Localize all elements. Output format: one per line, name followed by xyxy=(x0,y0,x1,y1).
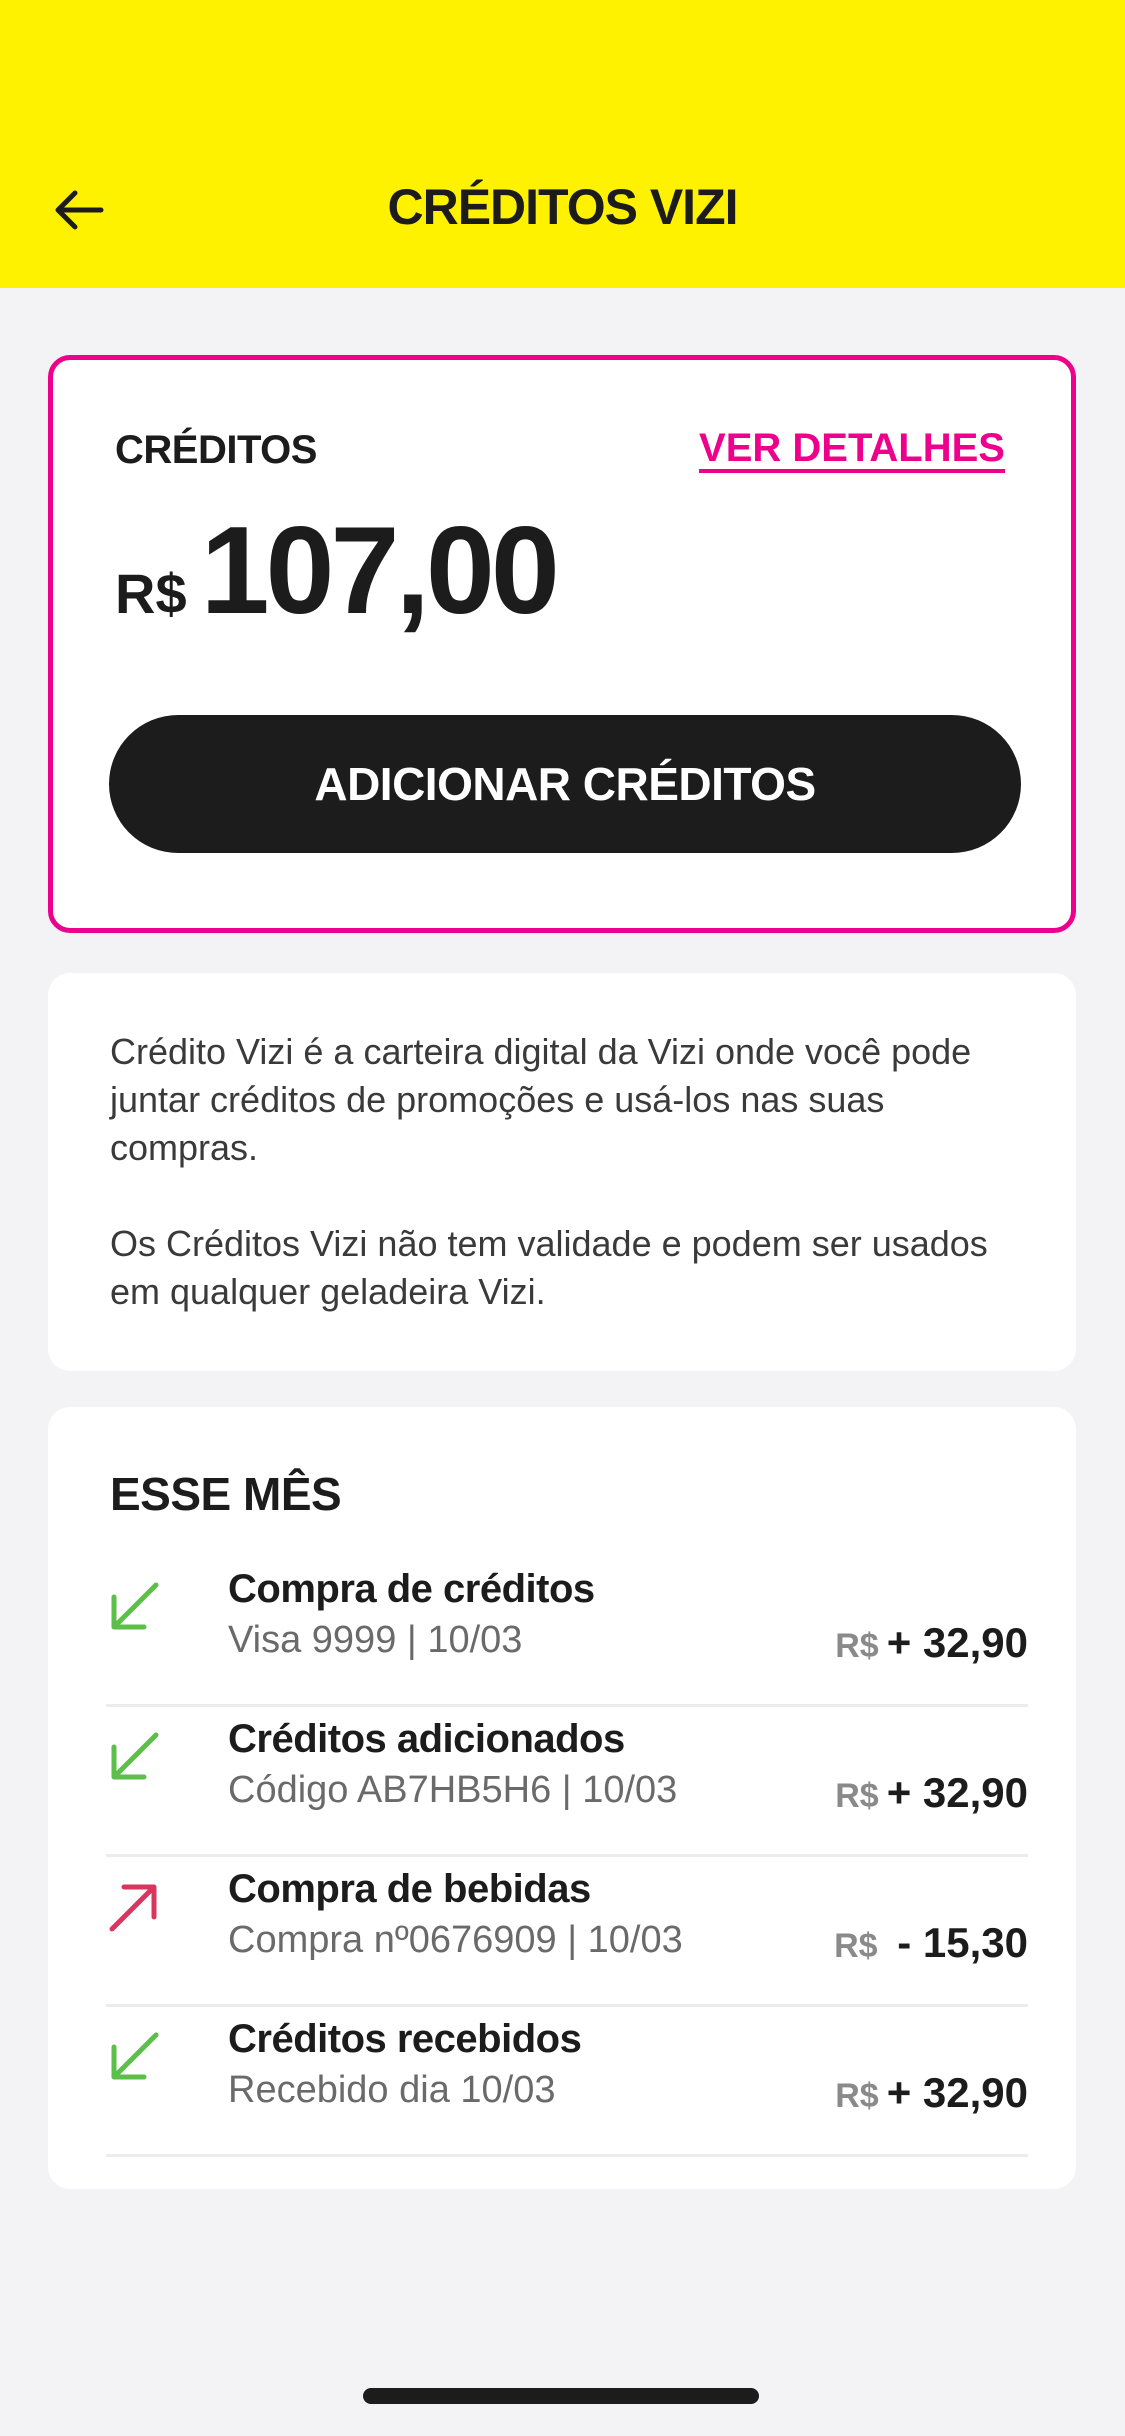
transaction-amount: R$ + 32,90 xyxy=(835,2069,1028,2117)
add-credits-button[interactable]: ADICIONAR CRÉDITOS xyxy=(109,715,1021,853)
credits-screen: CRÉDITOS VIZI CRÉDITOS VER DETALHES R$ 1… xyxy=(0,0,1125,2436)
transaction-row[interactable]: Compra de bebidas Compra nº0676909 | 10/… xyxy=(106,1857,1028,2007)
transaction-detail: Compra nº0676909 | 10/03 xyxy=(228,1919,683,1961)
balance-card: CRÉDITOS VER DETALHES R$ 107,00 ADICIONA… xyxy=(48,355,1076,933)
transactions-card: ESSE MÊS Compra de créditos Visa 9999 | … xyxy=(48,1407,1076,2189)
transaction-name: Créditos recebidos xyxy=(228,2017,582,2061)
transaction-name: Compra de bebidas xyxy=(228,1867,591,1911)
page-title: CRÉDITOS VIZI xyxy=(387,179,738,235)
home-indicator[interactable] xyxy=(363,2388,759,2404)
arrow-down-left-icon xyxy=(111,1582,159,1630)
info-paragraph: Os Créditos Vizi não tem validade e pode… xyxy=(110,1223,988,1312)
arrow-up-right-icon xyxy=(109,1884,157,1932)
transaction-amount: R$ + 32,90 xyxy=(835,1619,1028,1667)
transaction-currency: R$ xyxy=(835,1777,879,1815)
balance-currency: R$ xyxy=(115,562,187,625)
transaction-name: Compra de créditos xyxy=(228,1567,595,1611)
transaction-value: - 15,30 xyxy=(885,1919,1028,1966)
balance-label: CRÉDITOS xyxy=(115,428,317,472)
section-title: ESSE MÊS xyxy=(110,1468,342,1520)
transaction-amount: R$ - 15,30 xyxy=(834,1919,1028,1967)
transactions-list: Compra de créditos Visa 9999 | 10/03 R$ … xyxy=(106,1557,1028,2157)
transaction-value: + 32,90 xyxy=(886,1769,1028,1816)
transaction-currency: R$ xyxy=(835,1627,879,1665)
balance-amount: R$ 107,00 xyxy=(115,500,560,642)
transaction-value: + 32,90 xyxy=(886,2069,1028,2116)
view-details-link[interactable]: VER DETALHES xyxy=(699,426,1005,471)
transaction-currency: R$ xyxy=(835,2077,879,2115)
transaction-row[interactable]: Compra de créditos Visa 9999 | 10/03 R$ … xyxy=(106,1557,1028,1707)
transaction-detail: Recebido dia 10/03 xyxy=(228,2069,556,2111)
transaction-currency: R$ xyxy=(834,1927,878,1965)
transaction-row[interactable]: Créditos adicionados Código AB7HB5H6 | 1… xyxy=(106,1707,1028,1857)
transaction-detail: Visa 9999 | 10/03 xyxy=(228,1619,523,1661)
transaction-row[interactable]: Créditos recebidos Recebido dia 10/03 R$… xyxy=(106,2007,1028,2157)
balance-value: 107,00 xyxy=(200,502,560,640)
info-paragraph: Crédito Vizi é a carteira digital da Viz… xyxy=(110,1031,972,1168)
info-card: Crédito Vizi é a carteira digital da Viz… xyxy=(48,973,1076,1371)
transaction-name: Créditos adicionados xyxy=(228,1717,625,1761)
arrow-down-left-icon xyxy=(111,2032,159,2080)
transaction-amount: R$ + 32,90 xyxy=(835,1769,1028,1817)
transaction-value: + 32,90 xyxy=(886,1619,1028,1666)
arrow-down-left-icon xyxy=(111,1732,159,1780)
app-header: CRÉDITOS VIZI xyxy=(0,0,1125,288)
transaction-detail: Código AB7HB5H6 | 10/03 xyxy=(228,1769,678,1811)
